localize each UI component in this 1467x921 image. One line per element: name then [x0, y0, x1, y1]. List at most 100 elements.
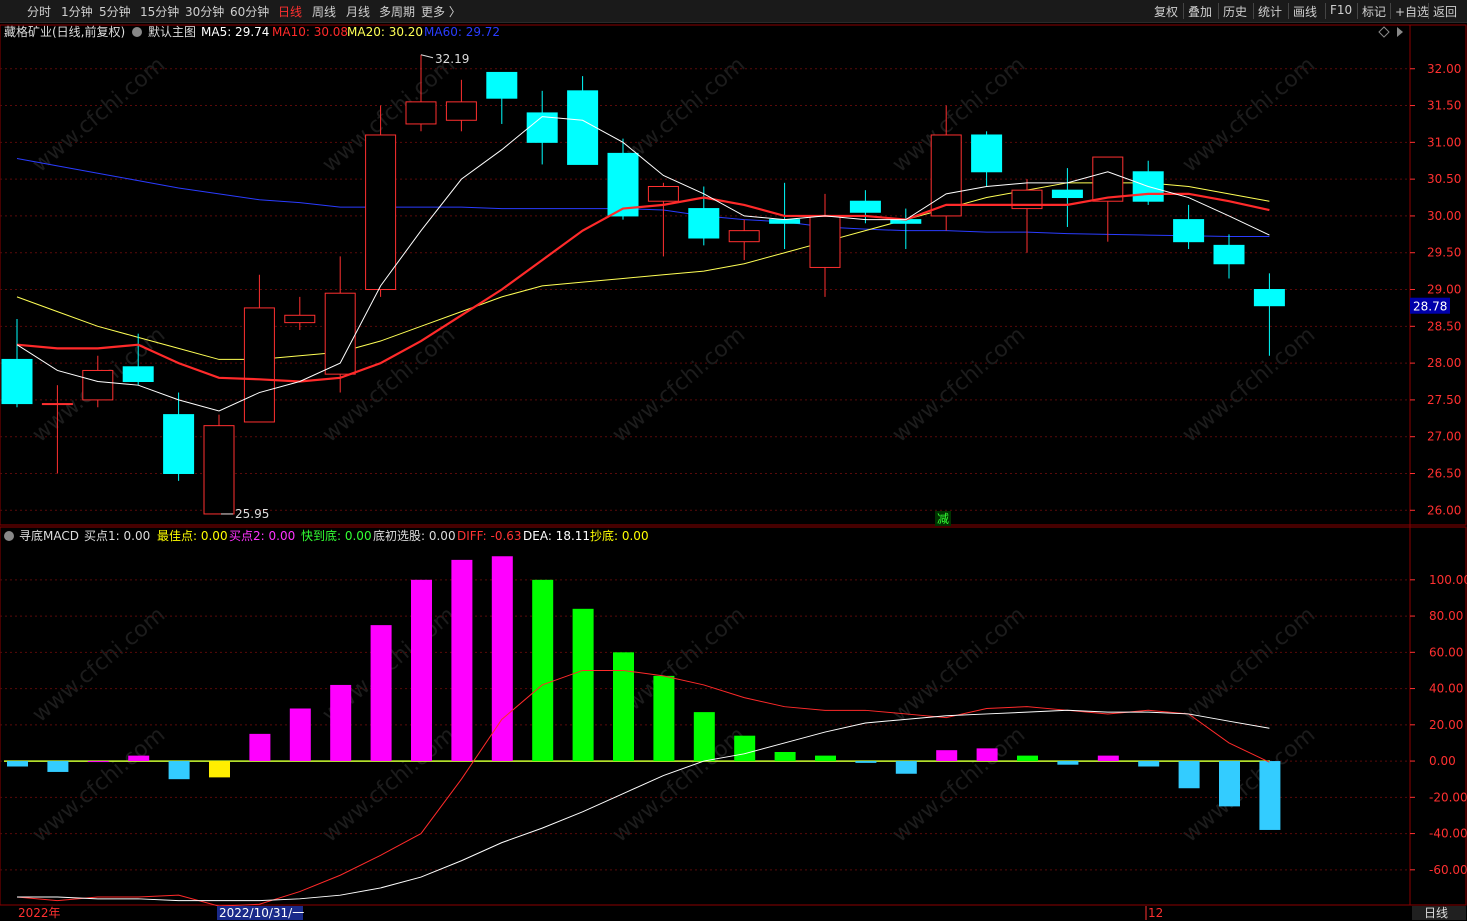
- macd-bar[interactable]: [249, 733, 271, 762]
- macd-bar[interactable]: [613, 652, 634, 762]
- indicator-name: 寻底MACD: [19, 528, 79, 543]
- high-price-label: 32.19: [435, 52, 469, 66]
- candle-body[interactable]: [728, 230, 760, 243]
- macd-bar[interactable]: [936, 750, 958, 762]
- macd-bar[interactable]: [411, 579, 432, 762]
- macd-bar[interactable]: [572, 608, 594, 762]
- price-tick-label: 30.50: [1427, 172, 1461, 186]
- macd-bar[interactable]: [1219, 761, 1240, 807]
- period-tab-10[interactable]: 更多 〉: [421, 3, 461, 20]
- period-tab-6[interactable]: 日线: [278, 3, 302, 20]
- candle-body[interactable]: [809, 215, 841, 268]
- tool-button-3[interactable]: 统计: [1258, 3, 1282, 20]
- watermark-text: www.cfchi.com: [1178, 52, 1320, 177]
- candle-body[interactable]: [1253, 289, 1285, 307]
- candle-body[interactable]: [769, 219, 801, 224]
- indicator-dropdown-icon[interactable]: [4, 531, 14, 541]
- macd-bar[interactable]: [87, 761, 109, 763]
- price-tick-label: 29.50: [1427, 246, 1461, 260]
- period-tab-9[interactable]: 多周期: [379, 3, 415, 20]
- watermark-text: www.cfchi.com: [28, 722, 170, 847]
- candle-body[interactable]: [1092, 156, 1124, 202]
- macd-bar[interactable]: [693, 712, 715, 762]
- macd-bar[interactable]: [1138, 761, 1160, 767]
- toolbar-divider: [1183, 3, 1184, 19]
- macd-bar[interactable]: [774, 752, 796, 762]
- candle-body[interactable]: [82, 369, 114, 401]
- macd-bar[interactable]: [7, 761, 28, 767]
- candle-body[interactable]: [203, 425, 235, 515]
- macd-bar[interactable]: [815, 755, 836, 762]
- candle-body[interactable]: [688, 208, 720, 239]
- tool-button-6[interactable]: 标记: [1362, 3, 1386, 20]
- macd-bar[interactable]: [209, 761, 230, 778]
- diamond-icon[interactable]: [1378, 26, 1390, 38]
- tool-button-4[interactable]: 画线: [1293, 3, 1317, 20]
- macd-bar[interactable]: [289, 708, 311, 762]
- indicator-panel-frame: [0, 526, 1467, 906]
- macd-bar[interactable]: [1017, 755, 1038, 762]
- macd-bar[interactable]: [653, 675, 675, 762]
- macd-bar[interactable]: [370, 625, 392, 762]
- macd-bar[interactable]: [976, 748, 998, 762]
- macd-bar[interactable]: [1259, 761, 1281, 830]
- candle-body[interactable]: [284, 314, 316, 324]
- candle-body[interactable]: [163, 414, 195, 474]
- period-tab-1[interactable]: 1分钟: [61, 3, 93, 20]
- candle-body[interactable]: [405, 101, 437, 125]
- macd-bar[interactable]: [855, 761, 877, 763]
- macd-bar[interactable]: [532, 579, 554, 762]
- candle-body[interactable]: [122, 366, 154, 383]
- watermark-text: www.cfchi.com: [888, 602, 1030, 727]
- period-tab-8[interactable]: 月线: [346, 3, 370, 20]
- candle-body[interactable]: [243, 307, 275, 423]
- ma10-line: [16, 192, 1270, 383]
- candle-body[interactable]: [1213, 244, 1245, 265]
- period-tab-3[interactable]: 15分钟: [140, 3, 179, 20]
- macd-bar[interactable]: [47, 761, 69, 772]
- candle-body[interactable]: [1173, 219, 1205, 243]
- macd-bar[interactable]: [895, 761, 917, 774]
- candle-body[interactable]: [849, 200, 881, 213]
- ma-legend-3: MA60: 29.72: [424, 25, 500, 39]
- candle-body[interactable]: [930, 134, 962, 217]
- tool-button-7[interactable]: +自选: [1395, 3, 1429, 20]
- candle-body[interactable]: [567, 90, 599, 165]
- candle-body[interactable]: [365, 134, 397, 291]
- macd-bar[interactable]: [1057, 761, 1079, 765]
- period-tab-5[interactable]: 60分钟: [230, 3, 269, 20]
- macd-bar[interactable]: [128, 755, 150, 762]
- tool-button-1[interactable]: 叠加: [1188, 3, 1212, 20]
- play-icon[interactable]: [1397, 27, 1403, 37]
- candle-body[interactable]: [324, 292, 356, 375]
- period-indicator-label: 日线: [1424, 906, 1448, 920]
- candle-body[interactable]: [486, 71, 518, 99]
- macd-tick-label: 80.00: [1429, 609, 1463, 623]
- tool-button-5[interactable]: F10: [1330, 3, 1352, 17]
- period-tab-4[interactable]: 30分钟: [185, 3, 224, 20]
- toolbar-divider: [1390, 3, 1391, 19]
- macd-bar[interactable]: [1178, 761, 1200, 789]
- candle-body[interactable]: [1, 358, 33, 405]
- period-tab-0[interactable]: 分时: [27, 3, 51, 20]
- macd-bar[interactable]: [1097, 755, 1119, 762]
- candle-body[interactable]: [445, 101, 477, 121]
- macd-bar[interactable]: [330, 684, 352, 762]
- macd-tick-label: 60.00: [1429, 645, 1463, 659]
- tool-button-0[interactable]: 复权: [1154, 3, 1178, 20]
- tool-button-2[interactable]: 历史: [1223, 3, 1247, 20]
- macd-bar[interactable]: [734, 735, 756, 762]
- chart-canvas[interactable]: 32.00 31.50 31.00 30.50 30.00 29.50 29.00 28.50…: [0, 23, 1467, 921]
- template-dropdown-icon[interactable]: [132, 27, 142, 37]
- candle-body[interactable]: [971, 134, 1003, 173]
- macd-bar[interactable]: [451, 559, 473, 762]
- tool-button-8[interactable]: 返回: [1433, 3, 1457, 20]
- candle-body[interactable]: [1051, 189, 1083, 199]
- price-tick-label: 28.50: [1427, 319, 1461, 333]
- macd-bar[interactable]: [168, 761, 190, 780]
- period-tab-2[interactable]: 5分钟: [99, 3, 131, 20]
- watermark-text: www.cfchi.com: [888, 322, 1030, 447]
- period-tab-7[interactable]: 周线: [312, 3, 336, 20]
- candle-body[interactable]: [647, 185, 679, 202]
- candle-body[interactable]: [41, 403, 73, 406]
